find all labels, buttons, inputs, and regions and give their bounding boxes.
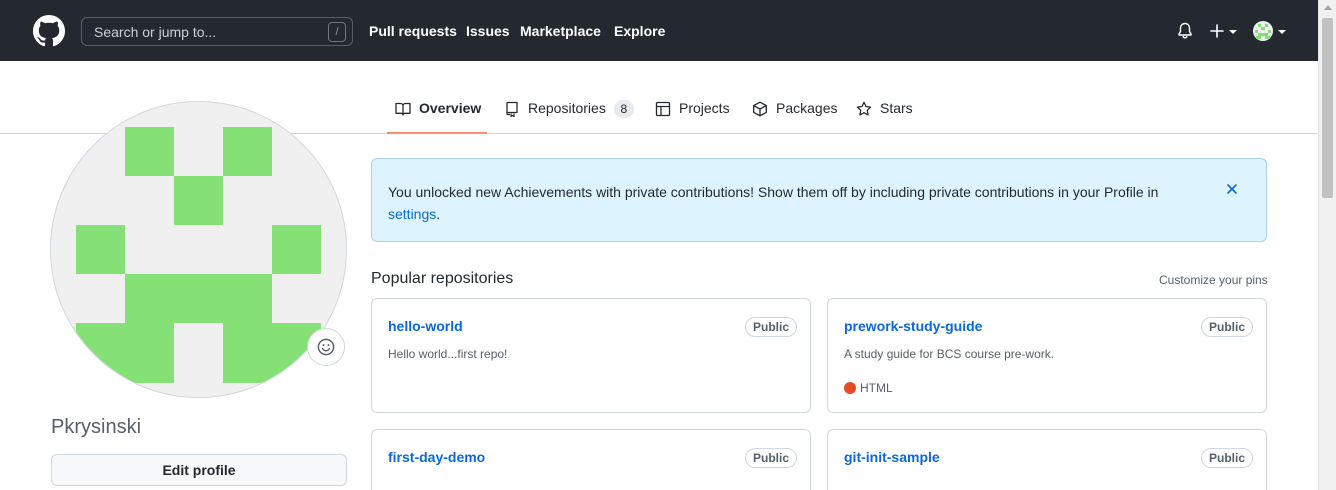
repo-card: hello-world Public Hello world...first r… xyxy=(371,298,811,413)
tab-label: Repositories xyxy=(528,100,606,116)
visibility-badge: Public xyxy=(745,317,798,337)
set-status-button[interactable] xyxy=(307,328,345,366)
tab-projects[interactable]: Projects xyxy=(655,100,730,134)
repo-card: prework-study-guide Public A study guide… xyxy=(827,298,1267,413)
scroll-thumb[interactable] xyxy=(1322,18,1333,198)
repositories-count-badge: 8 xyxy=(613,100,634,118)
popular-repositories-heading: Popular repositories xyxy=(371,270,514,287)
tab-label: Overview xyxy=(419,100,482,116)
tab-stars[interactable]: Stars xyxy=(856,100,913,134)
book-icon xyxy=(395,102,411,116)
chevron-down-icon xyxy=(1229,30,1237,34)
scroll-up-arrow-icon[interactable] xyxy=(1324,5,1332,10)
language-name: HTML xyxy=(860,381,893,395)
global-header: / Pull requests Issues Marketplace Explo… xyxy=(0,0,1318,61)
avatar-pixel xyxy=(125,127,174,176)
avatar-pixel xyxy=(223,323,321,383)
nav-explore[interactable]: Explore xyxy=(614,23,665,39)
customize-pins-link[interactable]: Customize your pins xyxy=(1159,273,1268,287)
user-menu[interactable] xyxy=(1253,21,1287,43)
language-color-dot xyxy=(844,382,856,394)
tab-label: Packages xyxy=(776,100,838,116)
avatar-pixel xyxy=(76,323,174,383)
repo-description: A study guide for BCS course pre-work. xyxy=(844,347,1055,361)
repo-name-link[interactable]: git-init-sample xyxy=(844,449,940,465)
flash-text: You unlocked new Achievements with priva… xyxy=(388,184,1159,200)
tab-overview[interactable]: Overview xyxy=(387,100,487,134)
plus-icon xyxy=(1210,24,1224,38)
profile-avatar[interactable] xyxy=(50,101,347,398)
github-logo-icon[interactable] xyxy=(33,15,65,47)
edit-profile-button[interactable]: Edit profile xyxy=(51,454,347,486)
chevron-down-icon xyxy=(1278,30,1286,34)
repo-name-link[interactable]: hello-world xyxy=(388,318,463,334)
search-input[interactable] xyxy=(94,24,314,40)
avatar-pixel xyxy=(125,274,272,323)
tab-label: Projects xyxy=(679,100,730,116)
bell-icon[interactable] xyxy=(1177,22,1193,40)
scrollbar[interactable] xyxy=(1318,0,1336,490)
visibility-badge: Public xyxy=(1201,317,1254,337)
repo-name-link[interactable]: first-day-demo xyxy=(388,449,485,465)
create-new-menu[interactable] xyxy=(1210,22,1240,40)
repo-description: Hello world...first repo! xyxy=(388,347,508,361)
avatar-pixel xyxy=(272,225,321,274)
repo-name-link[interactable]: prework-study-guide xyxy=(844,318,982,334)
package-icon xyxy=(753,101,767,117)
profile-username: Pkrysinski xyxy=(51,416,142,438)
repo-card: first-day-demo Public xyxy=(371,429,811,490)
repo-card: git-init-sample Public xyxy=(827,429,1267,490)
repo-icon xyxy=(506,101,518,117)
repo-language: HTML xyxy=(844,381,893,395)
tab-label: Stars xyxy=(880,100,913,116)
nav-issues[interactable]: Issues xyxy=(466,23,510,39)
slash-shortcut-hint: / xyxy=(328,22,346,42)
avatar xyxy=(1253,21,1273,41)
star-icon xyxy=(856,101,872,116)
tab-repositories[interactable]: Repositories 8 xyxy=(504,100,634,134)
nav-pull-requests[interactable]: Pull requests xyxy=(369,23,457,39)
smiley-icon xyxy=(317,338,335,356)
nav-marketplace[interactable]: Marketplace xyxy=(520,23,601,39)
search-box[interactable]: / xyxy=(81,17,353,46)
avatar-pixel xyxy=(223,127,272,176)
visibility-badge: Public xyxy=(1201,448,1254,468)
tab-packages[interactable]: Packages xyxy=(752,100,837,134)
visibility-badge: Public xyxy=(745,448,798,468)
table-icon xyxy=(655,101,671,117)
flash-message: You unlocked new Achievements with priva… xyxy=(388,181,1188,225)
flash-period: . xyxy=(436,206,441,222)
avatar-pixel xyxy=(174,176,223,225)
settings-link[interactable]: settings xyxy=(388,206,436,222)
close-icon[interactable] xyxy=(1224,181,1240,197)
avatar-pixel xyxy=(76,225,125,274)
achievements-flash-banner: You unlocked new Achievements with priva… xyxy=(371,158,1267,242)
